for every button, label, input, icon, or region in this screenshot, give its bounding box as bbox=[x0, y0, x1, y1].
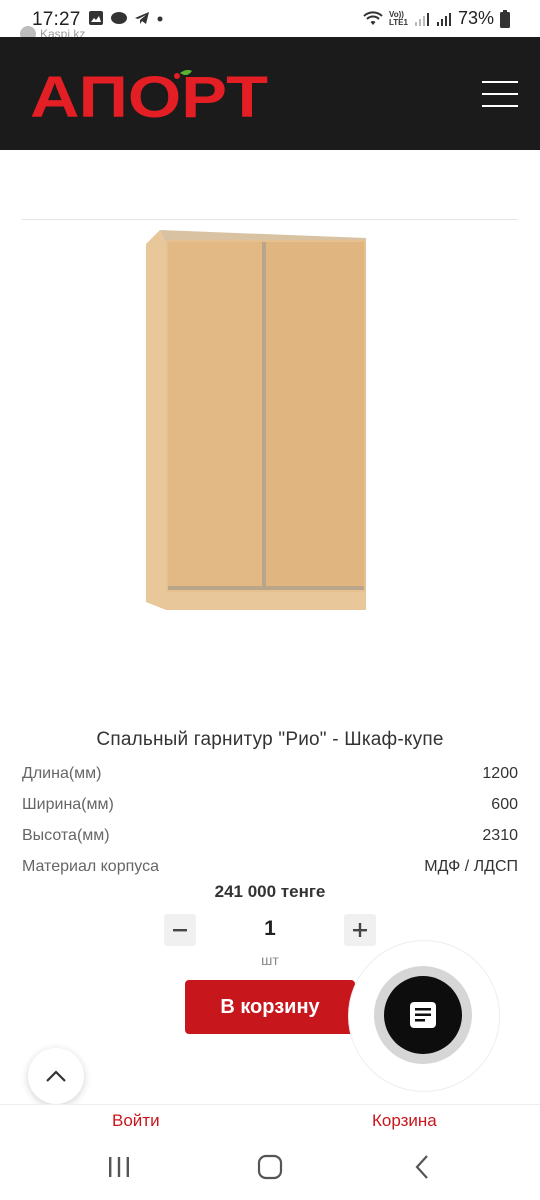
wardrobe-bottom-rail bbox=[168, 586, 364, 590]
quantity-decrease-button[interactable] bbox=[164, 914, 196, 946]
hamburger-line bbox=[482, 81, 518, 83]
add-to-cart-button[interactable]: В корзину bbox=[185, 980, 355, 1034]
spec-label: Высота(мм) bbox=[22, 826, 110, 844]
quantity-unit: шт bbox=[261, 952, 279, 968]
chevron-up-icon bbox=[46, 1070, 66, 1082]
battery-icon bbox=[500, 9, 510, 28]
back-icon[interactable] bbox=[410, 1154, 434, 1180]
recent-apps-icon[interactable] bbox=[106, 1154, 132, 1180]
spec-row-material: Материал корпуса МДФ / ЛДСП bbox=[22, 851, 518, 882]
gallery-icon bbox=[89, 11, 103, 25]
spec-value: 1200 bbox=[482, 764, 518, 782]
notification-icons bbox=[88, 10, 164, 26]
bottom-bar: Войти Корзина bbox=[0, 1104, 540, 1136]
divider bbox=[22, 219, 518, 220]
product-image-wardrobe bbox=[146, 230, 366, 610]
hamburger-line bbox=[482, 93, 518, 95]
logo-apple-icon bbox=[174, 73, 180, 79]
lte-bottom-label: LTE1 bbox=[389, 17, 408, 27]
spec-value: 600 bbox=[491, 795, 518, 813]
product-specs: Длина(мм) 1200 Ширина(мм) 600 Высота(мм)… bbox=[22, 758, 518, 882]
spec-row-height: Высота(мм) 2310 bbox=[22, 820, 518, 851]
battery-percent: 73% bbox=[457, 8, 494, 28]
chat-bubble-icon bbox=[111, 12, 127, 24]
home-icon[interactable] bbox=[256, 1154, 284, 1180]
telegram-icon bbox=[135, 12, 149, 24]
wardrobe-plinth bbox=[166, 592, 366, 610]
wardrobe-door-right bbox=[266, 242, 364, 588]
plus-icon bbox=[353, 923, 367, 937]
spec-value: 2310 bbox=[482, 826, 518, 844]
wardrobe-door-rail bbox=[262, 242, 266, 588]
scroll-to-top-button[interactable] bbox=[28, 1048, 84, 1104]
logo-text: АПОРТ bbox=[30, 67, 268, 123]
login-link[interactable]: Войти bbox=[112, 1111, 160, 1131]
spec-label: Материал корпуса bbox=[22, 857, 159, 875]
cart-link[interactable]: Корзина bbox=[372, 1111, 437, 1131]
chat-button[interactable] bbox=[384, 976, 462, 1054]
quantity-value[interactable]: 1 bbox=[240, 917, 300, 941]
site-header: АПОРТ bbox=[0, 37, 540, 150]
spec-row-length: Длина(мм) 1200 bbox=[22, 758, 518, 789]
wifi-icon bbox=[363, 10, 383, 25]
signal-icon-2 bbox=[436, 12, 451, 26]
wardrobe-side bbox=[146, 230, 166, 610]
aport-logo[interactable]: АПОРТ bbox=[30, 67, 270, 123]
document-icon bbox=[410, 1002, 436, 1028]
quantity-increase-button[interactable] bbox=[344, 914, 376, 946]
signal-icon-1 bbox=[414, 12, 429, 26]
spec-label: Длина(мм) bbox=[22, 764, 102, 782]
lte-indicator: Vo)) LTE1 bbox=[389, 10, 408, 27]
wardrobe-door-left bbox=[168, 242, 264, 588]
system-icons: Vo)) LTE1 73% bbox=[363, 8, 510, 29]
minus-icon bbox=[173, 929, 187, 932]
hamburger-menu-button[interactable] bbox=[482, 81, 518, 109]
system-nav-bar bbox=[0, 1136, 540, 1200]
spec-row-width: Ширина(мм) 600 bbox=[22, 789, 518, 820]
status-bar: 17:27 Vo)) LTE1 73% Kaspi.kz bbox=[0, 0, 540, 42]
product-price: 241 000 тенге bbox=[214, 882, 326, 901]
spec-value: МДФ / ЛДСП bbox=[424, 857, 518, 875]
hamburger-line bbox=[482, 105, 518, 107]
spec-label: Ширина(мм) bbox=[22, 795, 114, 813]
product-title: Спальный гарнитур "Рио" - Шкаф-купе bbox=[96, 729, 444, 750]
dot-icon bbox=[157, 16, 163, 22]
